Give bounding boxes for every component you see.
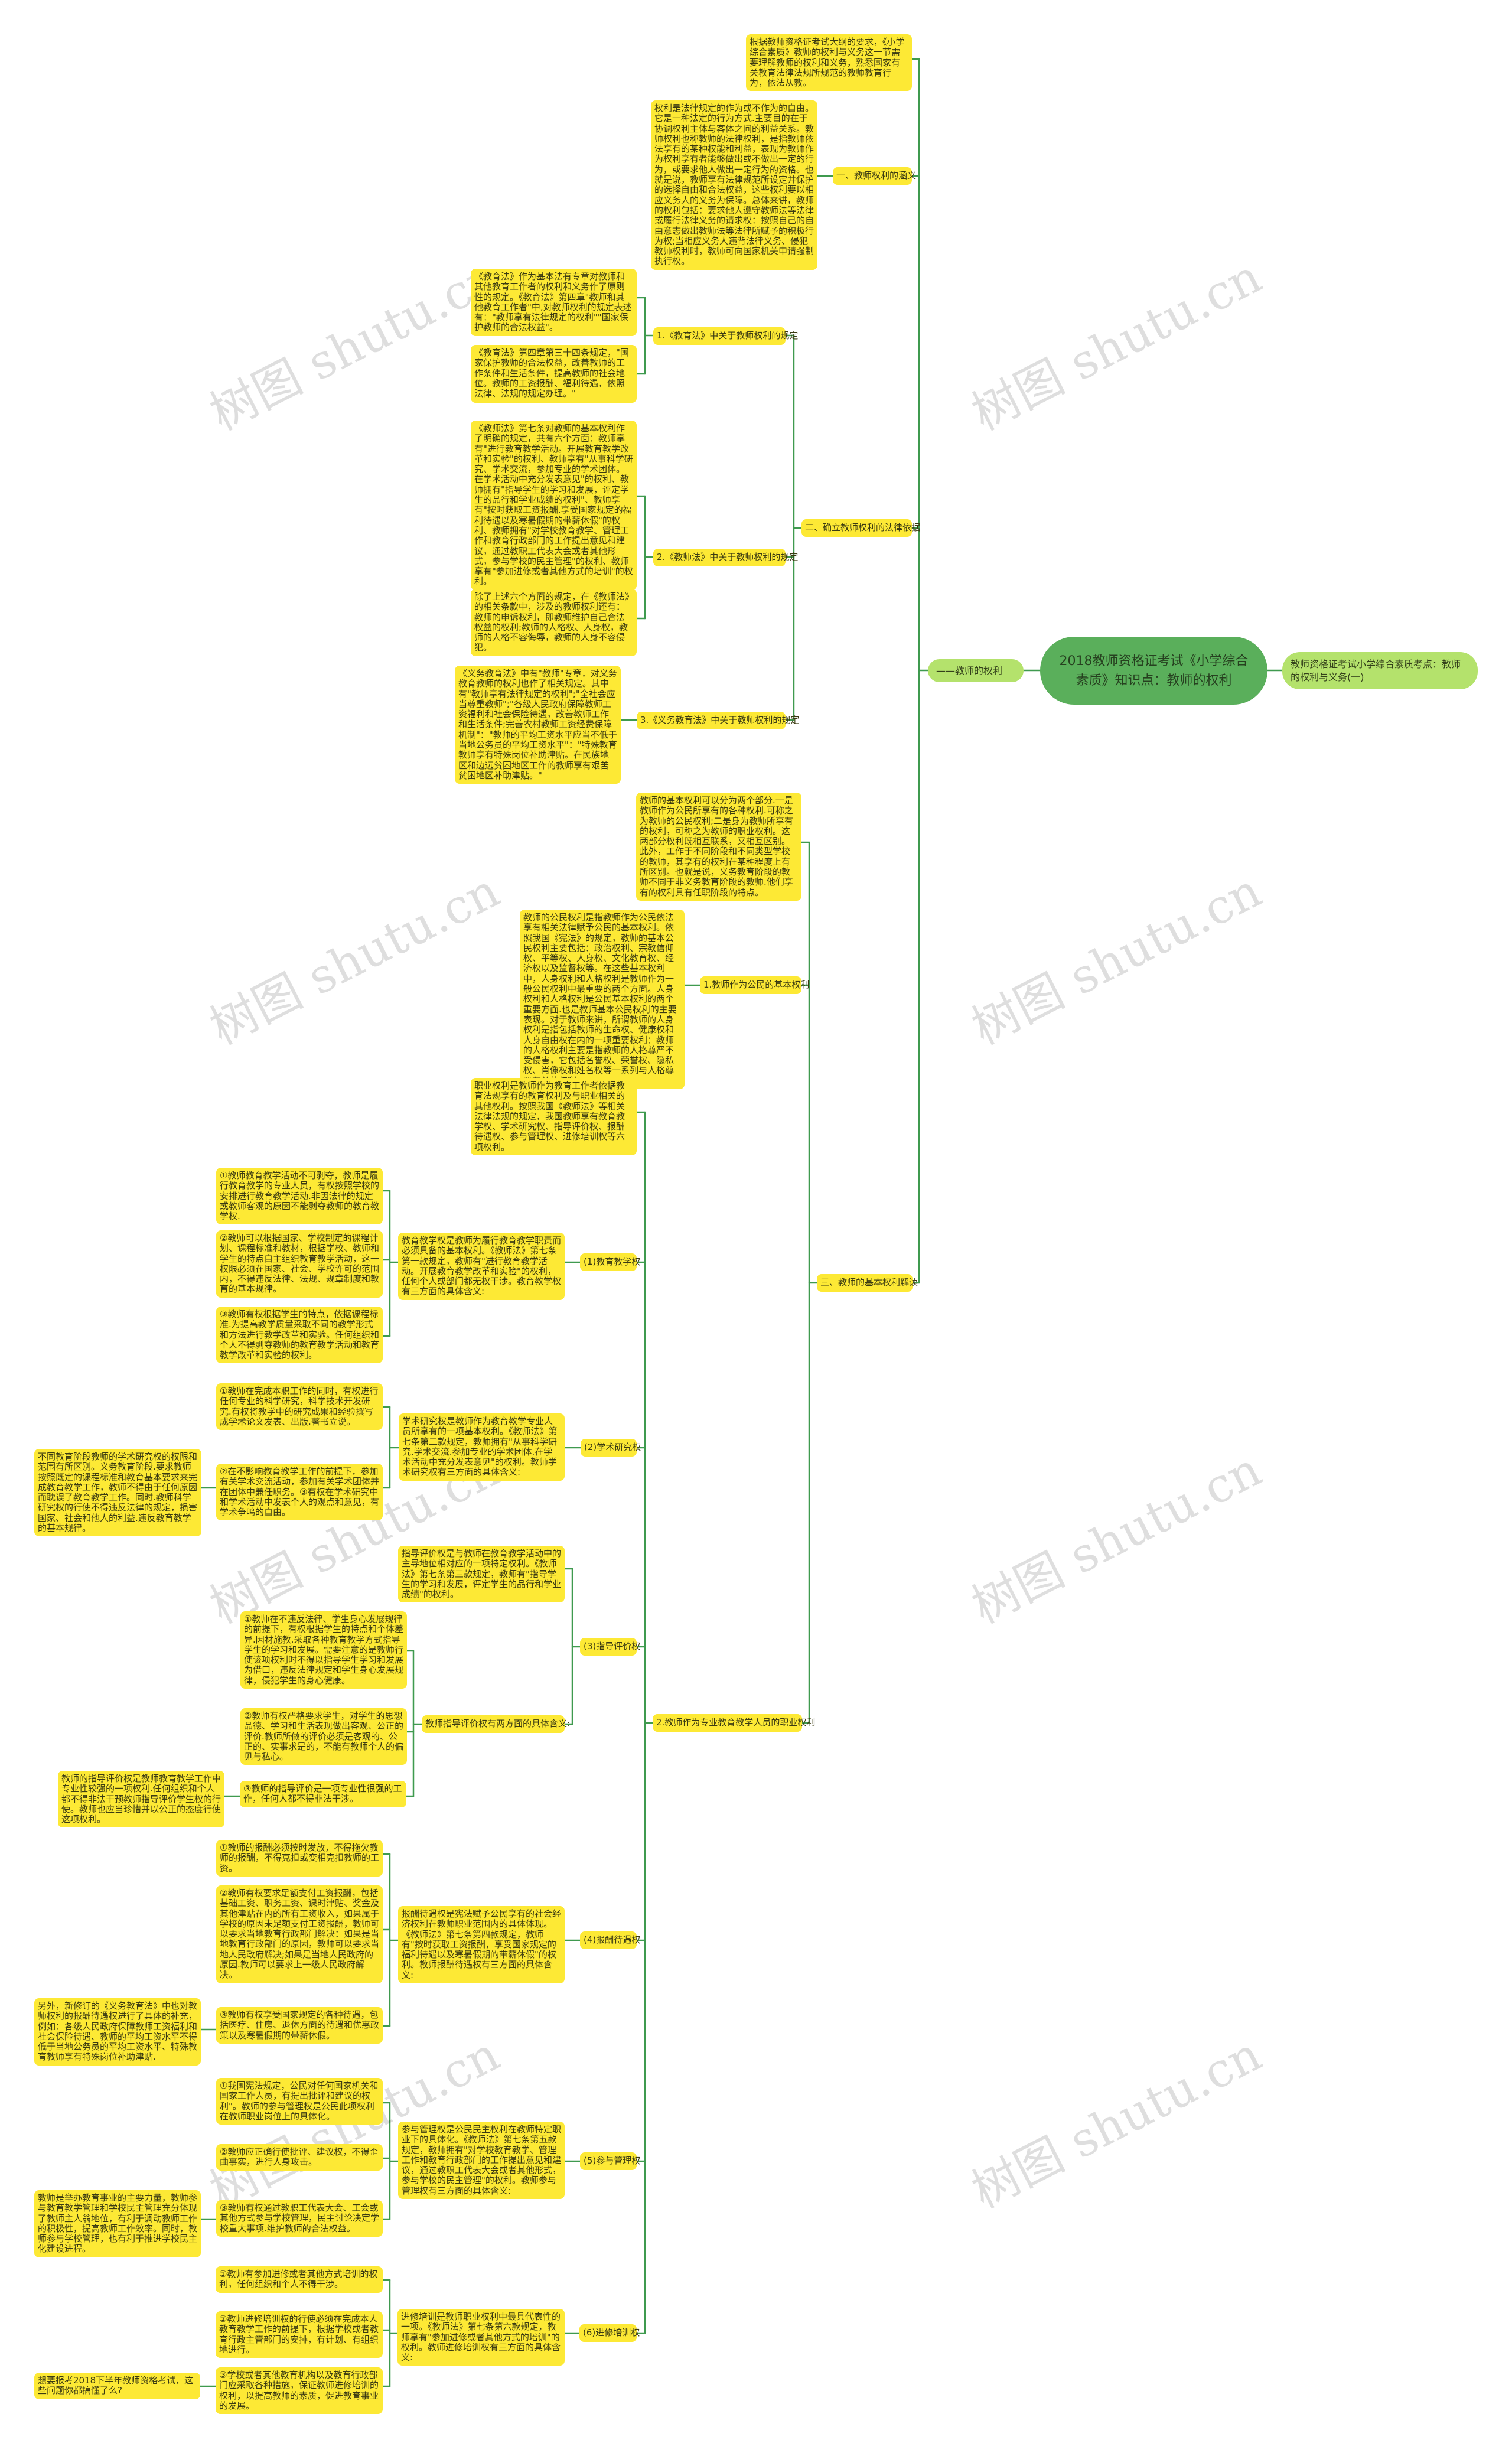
right-6-label[interactable]: (6)进修培训权 xyxy=(579,2324,640,2342)
right-5-desc[interactable]: 参与管理权是公民民主权利在教师特定职业下的具体化。《教师法》第七条第五款规定，教… xyxy=(398,2122,565,2200)
watermark: 树图 shutu.cn xyxy=(963,2026,1270,2219)
right-4-item-1[interactable]: ①教师的报酬必须按时发放，不得拖欠教师的报酬，不得克扣或变相克扣教师的工资。 xyxy=(216,1840,383,1877)
left-branch-node[interactable]: ——教师的权利 xyxy=(928,659,1024,682)
right-1-item-2[interactable]: ②教师可以根据国家、学校制定的课程计划、课程标准和教材，根据学校、教师和学生的特… xyxy=(216,1230,383,1298)
right-2-label[interactable]: (2)学术研究权 xyxy=(581,1439,641,1457)
section-3-label[interactable]: 三、教师的基本权利解读 xyxy=(817,1274,918,1292)
right-6-item-1[interactable]: ①教师有参加进修或者其他方式培训的权利，任何组织和个人不得干涉。 xyxy=(216,2266,383,2293)
right-3-note[interactable]: 教师的指导评价权是教师教育教学工作中专业性较强的一项权利.任何组织和个人都不得非… xyxy=(58,1771,224,1828)
teachers-law-text-2[interactable]: 除了上述六个方面的规定，在《教师法》的相关条款中，涉及的教师权利还有：教师的申诉… xyxy=(471,589,637,656)
final-note[interactable]: 想要报考2018下半年教师资格考试，这些问题你都搞懂了么? xyxy=(34,2373,200,2399)
right-3-item-3[interactable]: ③教师的指导评价是一项专业性很强的工作，任何人都不得非法干涉。 xyxy=(240,1781,406,1807)
right-3-item-2[interactable]: ②教师有权严格要求学生，对学生的思想品德、学习和生活表现做出客观、公正的评价.教… xyxy=(240,1708,407,1765)
right-5-item-2[interactable]: ②教师应正确行使批评、建议权，不得歪曲事实，进行人身攻击。 xyxy=(216,2144,383,2171)
watermark: 树图 shutu.cn xyxy=(201,862,508,1056)
right-5-item-3[interactable]: ③教师有权通过教职工代表大会、工会或其他方式参与学校管理，民主讨论决定学校重大事… xyxy=(216,2200,383,2237)
right-1-label[interactable]: (1)教育教学权 xyxy=(580,1253,640,1271)
watermark: 树图 shutu.cn xyxy=(963,248,1270,441)
section-2-label[interactable]: 二、确立教师权利的法律依据 xyxy=(801,519,920,537)
right-2-note[interactable]: 不同教育阶段教师的学术研究权的权限和范围有所区别。义务教育阶段.要求教师按照既定… xyxy=(34,1449,201,1537)
professional-rights-intro[interactable]: 职业权利是教师作为教育工作者依据教育法规享有的教育权利及与职业相关的其他权利。按… xyxy=(471,1078,637,1156)
section-1-label[interactable]: 一、教师权利的涵义 xyxy=(833,167,916,185)
section-3-intro[interactable]: 教师的基本权利可以分为两个部分.一是教师作为公民所享有的各种权利.可称之为教师的… xyxy=(636,793,801,901)
right-2-desc[interactable]: 学术研究权是教师作为教育教学专业人员所享有的一项基本权利。《教师法》第七条第二款… xyxy=(399,1413,565,1481)
watermark: 树图 shutu.cn xyxy=(963,862,1270,1056)
teachers-law-text-1[interactable]: 《教师法》第七条对教师的基本权利作了明确的规定，共有六个方面：教师享有"进行教育… xyxy=(471,421,637,590)
right-6-item-3[interactable]: ③学校或者其他教育机构以及教育行政部门应采取各种措施，保证教师进修培训的权利，以… xyxy=(216,2367,383,2415)
right-4-item-3[interactable]: ③教师有权享受国家规定的各种待遇，包括医疗、住房、退休方面的待遇和优惠政策以及寒… xyxy=(216,2007,383,2044)
compulsory-education-law-label[interactable]: 3.《义务教育法》中关于教师权利的规定 xyxy=(637,712,799,729)
right-1-item-1[interactable]: ①教师教育教学活动不可剥夺，教师是履行教育教学的专业人员，有权按照学校的安排进行… xyxy=(216,1168,383,1225)
right-4-note[interactable]: 另外，新修订的《义务教育法》中也对教师权利的报酬待遇权进行了具体的补充，例如：各… xyxy=(34,1998,201,2066)
teachers-law-label[interactable]: 2.《教师法》中关于教师权利的规定 xyxy=(653,549,798,566)
right-3-item-1[interactable]: ①教师在不违反法律、学生身心发展规律的前提下，有权根据学生的特点和个体差异.因材… xyxy=(240,1611,407,1689)
right-3-desc[interactable]: 指导评价权是与教师在教育教学活动中的主导地位相对应的一项特定权利。《教师法》第七… xyxy=(398,1546,565,1603)
right-4-item-2[interactable]: ②教师有权要求足额支付工资报酬，包括基础工资、职务工资、课时津贴、奖金及其他津贴… xyxy=(216,1885,383,1983)
watermark: 树图 shutu.cn xyxy=(201,248,508,441)
right-2-item-2[interactable]: ②在不影响教育教学工作的前提下，参加有关学术交流活动，参加有关学术团体并在团体中… xyxy=(216,1464,383,1521)
right-6-desc[interactable]: 进修培训是教师职业权利中最具代表性的一项。《教师法》第七条第六款规定，教师享有"… xyxy=(397,2309,565,2366)
intro-node[interactable]: 根据教师资格证考试大纲的要求，《小学综合素质》教师的权利与义务这一节需要理解教师… xyxy=(746,34,912,92)
right-branch-node[interactable]: 教师资格证考试小学综合素质考点：教师的权利与义务(一) xyxy=(1282,652,1478,689)
section-1-desc[interactable]: 权利是法律规定的作为或不作为的自由。它是一种法定的行为方式.主要目的在于协调权利… xyxy=(651,100,817,270)
watermark: 树图 shutu.cn xyxy=(963,1441,1270,1634)
education-law-text-2[interactable]: 《教育法》第四章第三十四条规定，"国家保护教师的合法权益，改善教师的工作条件和生… xyxy=(471,345,637,403)
education-law-label[interactable]: 1.《教育法》中关于教师权利的规定 xyxy=(653,327,798,345)
right-3-label[interactable]: (3)指导评价权 xyxy=(580,1638,640,1656)
compulsory-education-law-text[interactable]: 《义务教育法》中有"教师"专章，对义务教育教师的权利也作了相关规定。其中有"教师… xyxy=(455,666,621,784)
citizen-rights-text[interactable]: 教师的公民权利是指教师作为公民依法享有相关法律赋予公民的基本权利。依照我国《宪法… xyxy=(520,910,685,1090)
right-3-sub[interactable]: 教师指导评价权有两方面的具体含义: xyxy=(422,1715,570,1733)
right-5-item-1[interactable]: ①我国宪法规定，公民对任何国家机关和国家工作人员，有提出批评和建议的权利"。教师… xyxy=(216,2078,383,2125)
professional-rights-label[interactable]: 2.教师作为专业教育教学人员的职业权利 xyxy=(653,1714,815,1732)
education-law-text-1[interactable]: 《教育法》作为基本法有专章对教师和其他教育工作者的权利和义务作了原则性的规定。《… xyxy=(471,269,637,336)
right-5-note[interactable]: 教师是举办教育事业的主要力量，教师参与教育教学管理和学校民主管理充分体现了教师主… xyxy=(34,2190,201,2257)
right-4-desc[interactable]: 报酬待遇权是宪法赋予公民享有的社会经济权利在教师职业范围内的具体体现。《教师法》… xyxy=(398,1906,565,1984)
right-1-desc[interactable]: 教育教学权是教师为履行教育教学职责而必须具备的基本权利。《教师法》第七条第一款规… xyxy=(398,1233,565,1300)
right-5-label[interactable]: (5)参与管理权 xyxy=(580,2152,640,2170)
right-1-item-3[interactable]: ③教师有权根据学生的特点，依据课程标准.为提高教学质量采取不同的教学形式和方法进… xyxy=(216,1307,383,1364)
right-2-item-1[interactable]: ①教师在完成本职工作的同时，有权进行任何专业的科学研究，科学技术开发研究.有权将… xyxy=(216,1383,383,1431)
right-4-label[interactable]: (4)报酬待遇权 xyxy=(580,1931,640,1949)
root-node[interactable]: 2018教师资格证考试《小学综合素质》知识点：教师的权利 xyxy=(1040,637,1267,705)
citizen-rights-label[interactable]: 1.教师作为公民的基本权利 xyxy=(700,976,809,994)
right-6-item-2[interactable]: ②教师进修培训权的行使必须在完成本人教育教学工作的前提下，根据学校或者教育行政主… xyxy=(216,2311,383,2358)
